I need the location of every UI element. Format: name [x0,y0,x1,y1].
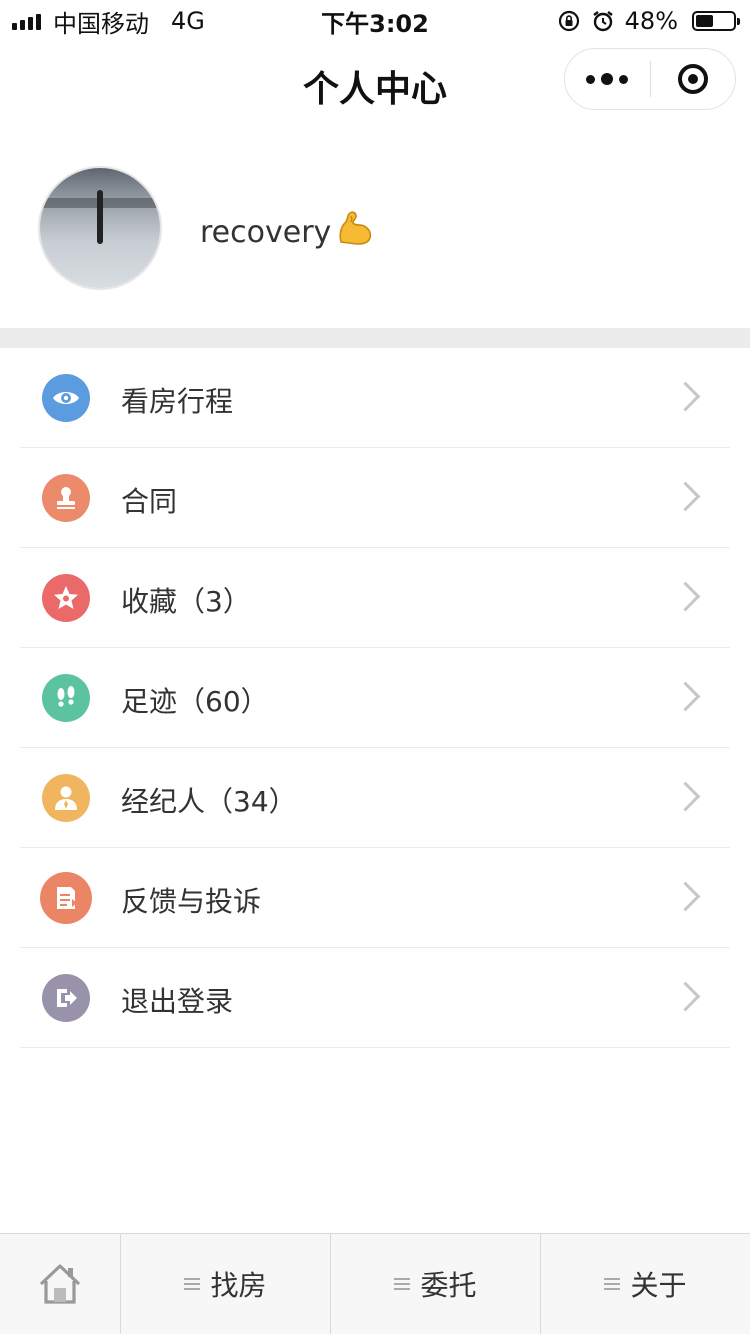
menu-item-label: 退出登录 [121,985,234,1018]
tab-label: 找房 [210,1269,267,1302]
chevron-right-icon [670,381,701,412]
menu-item-label: 足迹（60） [121,685,269,718]
menu-item-logout[interactable]: 退出登录 [0,948,750,1048]
target-icon [677,64,708,94]
tab-entrust[interactable]: 委托 [331,1234,541,1334]
chevron-right-icon [670,781,701,812]
star-icon [42,574,90,622]
bottom-tab-bar: 找房 委托 关于 [0,1233,750,1334]
close-mini-program-button[interactable] [651,49,736,109]
username: recovery [200,210,375,254]
list-icon [604,1278,621,1290]
menu-item-viewing-schedule[interactable]: 看房行程 [0,348,750,448]
menu-item-agents[interactable]: 经纪人（34） [0,748,750,848]
eye-icon [42,374,90,422]
nav-bar: 个人中心 [0,42,750,130]
menu-item-footprints[interactable]: 足迹（60） [0,648,750,748]
rotation-lock-icon [558,10,579,32]
section-divider [0,328,750,348]
menu-item-favorites[interactable]: 收藏（3） [0,548,750,648]
menu-item-label: 收藏（3） [121,585,251,618]
menu-item-feedback[interactable]: 反馈与投诉 [0,848,750,948]
tab-label: 关于 [630,1269,687,1302]
menu-item-contract[interactable]: 合同 [0,448,750,548]
menu-item-label: 反馈与投诉 [121,885,262,918]
menu-list: 看房行程 合同 收藏（3） 足迹（60） 经纪人（34） 反馈与投诉 退出登录 [0,348,750,1048]
avatar[interactable] [40,168,160,288]
network-type: 4G [171,7,205,35]
tab-find-house[interactable]: 找房 [121,1234,331,1334]
more-options-button[interactable] [565,49,650,109]
logout-icon [42,974,90,1022]
chevron-right-icon [670,681,701,712]
alarm-clock-icon [592,11,613,32]
carrier-name: 中国移动 [53,9,149,38]
tab-about[interactable]: 关于 [541,1234,750,1334]
status-bar: 中国移动 4G 下午3:02 48% [0,0,750,42]
home-icon [39,1264,81,1304]
stamp-icon [42,474,90,522]
battery-icon [692,11,740,31]
feedback-icon [40,872,92,924]
battery-percent: 48% [624,7,678,35]
chevron-right-icon [670,881,701,912]
tab-home[interactable] [0,1234,121,1334]
signal-strength-icon [12,12,41,30]
menu-item-label: 经纪人（34） [121,785,297,818]
profile-header: recovery [0,130,750,328]
menu-item-label: 合同 [121,485,178,518]
chevron-right-icon [670,981,701,1012]
tab-label: 委托 [420,1269,477,1302]
username-text: recovery [200,214,332,250]
flexed-biceps-icon [335,210,375,254]
list-icon [184,1278,201,1290]
list-icon [394,1278,411,1290]
agent-icon [42,774,90,822]
menu-item-label: 看房行程 [121,385,234,418]
chevron-right-icon [670,581,701,612]
mini-program-capsule [564,48,736,110]
footprints-icon [42,674,90,722]
chevron-right-icon [670,481,701,512]
